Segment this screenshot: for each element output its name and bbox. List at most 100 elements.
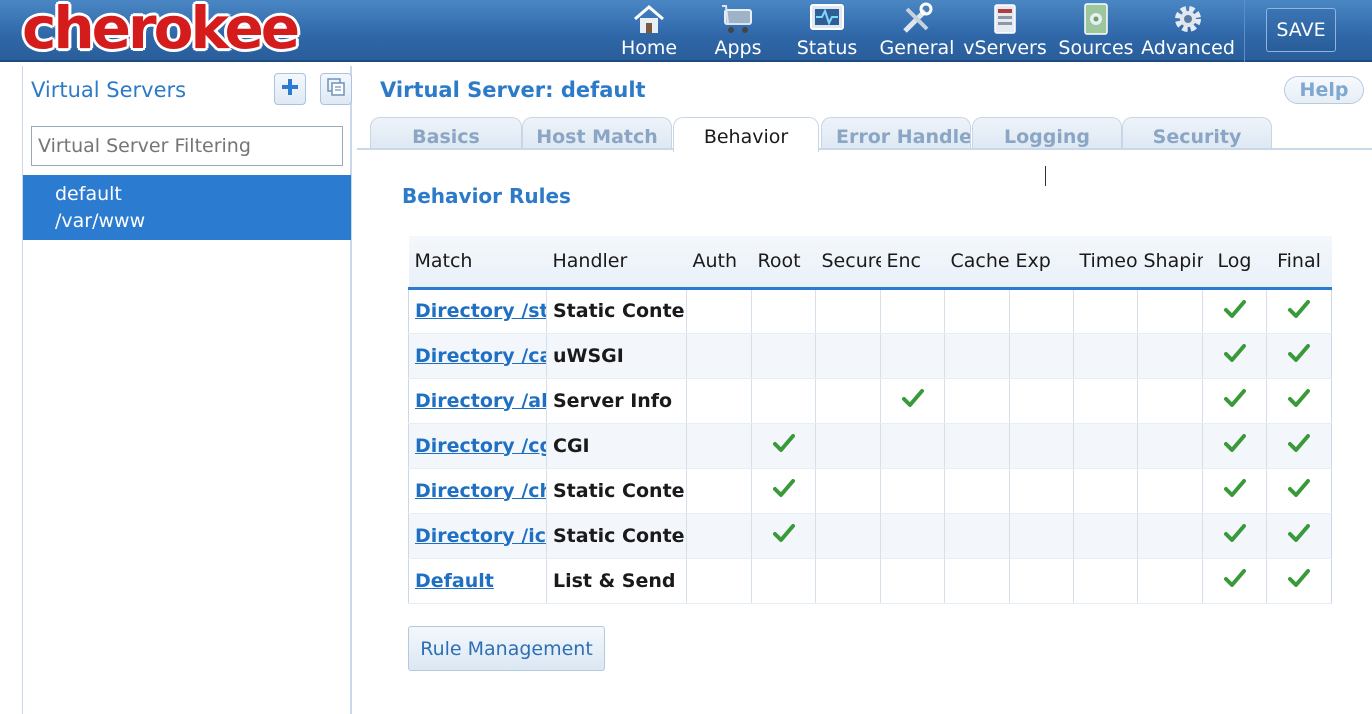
rule-flag-cell <box>944 423 1010 469</box>
nav-advanced[interactable]: Advanced <box>1140 0 1236 62</box>
rule-flag-cell <box>751 333 816 379</box>
rule-flag-cell <box>686 378 752 424</box>
general-tools-icon <box>899 0 935 38</box>
rule-flag-cell <box>1073 513 1138 559</box>
check-icon <box>1288 299 1310 324</box>
tab-error-handler[interactable]: Error Handler <box>821 117 971 150</box>
rule-flag-cell <box>1266 513 1332 559</box>
rule-flag-cell <box>1009 288 1074 334</box>
rule-flag-cell <box>815 558 881 604</box>
rule-match-link[interactable]: Directory /static <box>415 300 547 322</box>
rule-flag-cell <box>1137 378 1203 424</box>
nav-home-label: Home <box>620 37 678 59</box>
topbar-divider <box>1244 0 1245 62</box>
rule-match-link[interactable]: Directory /cherokee_themes <box>415 480 547 502</box>
rule-management-button[interactable]: Rule Management <box>408 626 605 671</box>
rule-flag-cell <box>686 423 752 469</box>
nav-apps[interactable]: Apps <box>710 0 766 62</box>
cherokee-logo[interactable]: cherokee <box>22 0 300 62</box>
column-header: Root <box>751 236 816 290</box>
nav-sources[interactable]: Sources <box>1056 0 1136 62</box>
rule-flag-cell <box>815 288 881 334</box>
rule-flag-cell <box>815 513 881 559</box>
nav-general[interactable]: General <box>878 0 956 62</box>
rule-match-link[interactable]: Directory /about <box>415 390 547 412</box>
nav-home[interactable]: Home <box>618 0 680 62</box>
nav-general-label: General <box>879 37 955 59</box>
rule-flag-cell <box>944 558 1010 604</box>
rule-flag-cell <box>815 468 881 514</box>
home-icon <box>631 0 667 38</box>
vserver-filter-input[interactable] <box>31 126 343 166</box>
rule-flag-cell <box>944 378 1010 424</box>
rule-flag-cell <box>1009 468 1074 514</box>
check-icon <box>1223 524 1246 548</box>
rule-match-link[interactable]: Default <box>415 570 494 592</box>
rule-handler-cell: uWSGI <box>546 333 687 379</box>
rule-flag-cell <box>1266 468 1332 514</box>
page-title: Virtual Server: default <box>380 78 646 102</box>
rule-match-link[interactable]: Directory /icons <box>415 525 547 547</box>
rule-flag-cell <box>1202 558 1267 604</box>
rule-flag-cell <box>1073 288 1138 334</box>
rule-flag-cell <box>880 288 945 334</box>
tab-host-match[interactable]: Host Match <box>522 117 672 150</box>
nav-status[interactable]: Status <box>796 0 858 62</box>
column-header: Final <box>1266 236 1332 290</box>
column-header: Cache <box>944 236 1010 290</box>
nav-status-label: Status <box>796 37 858 59</box>
top-bar: cherokee Home Apps Status General vServe… <box>0 0 1372 62</box>
plus-icon <box>280 77 300 101</box>
tab-security[interactable]: Security <box>1122 117 1272 150</box>
clone-vserver-button[interactable] <box>320 73 352 105</box>
save-button[interactable]: SAVE <box>1266 8 1336 52</box>
rule-flag-cell <box>751 468 816 514</box>
rule-flag-cell <box>751 423 816 469</box>
table-row: Default List & Send <box>408 558 1332 604</box>
rule-match-cell: Directory /cache <box>408 333 547 379</box>
rule-handler-cell: List & Send <box>546 558 687 604</box>
rule-flag-cell <box>1266 558 1332 604</box>
rule-flag-cell <box>1266 378 1332 424</box>
rule-match-cell: Directory /icons <box>408 513 547 559</box>
column-header: Exp <box>1009 236 1074 290</box>
rule-match-link[interactable]: Directory /cache <box>415 345 547 367</box>
nav-vservers[interactable]: vServers <box>962 0 1048 62</box>
rule-flag-cell <box>1009 333 1074 379</box>
sidebar-title: Virtual Servers <box>31 78 187 102</box>
rule-flag-cell <box>1266 423 1332 469</box>
sidebar-item-default[interactable]: default /var/www <box>23 175 351 240</box>
rule-flag-cell <box>1137 558 1203 604</box>
check-icon <box>1288 389 1310 413</box>
rule-flag-cell <box>1202 468 1267 514</box>
check-icon <box>1223 344 1246 368</box>
check-icon <box>1223 299 1246 324</box>
vservers-icon <box>987 0 1023 38</box>
rule-match-link[interactable]: Directory /cgi-bin <box>415 435 547 457</box>
rule-flag-cell <box>815 378 881 424</box>
column-header: Enc <box>880 236 945 290</box>
tab-bar-line <box>357 148 1372 150</box>
tab-basics[interactable]: Basics <box>370 117 522 150</box>
rule-match-cell: Default <box>408 558 547 604</box>
rule-flag-cell <box>686 288 752 334</box>
rule-flag-cell <box>1009 378 1074 424</box>
tab-logging[interactable]: Logging <box>972 117 1122 150</box>
rule-flag-cell <box>1073 468 1138 514</box>
rule-handler-cell: Static Content <box>546 513 687 559</box>
rule-handler-cell: Static Content <box>546 288 687 334</box>
table-row: Directory /cgi-binCGI <box>408 423 1332 469</box>
add-vserver-button[interactable] <box>274 73 306 105</box>
check-icon <box>772 479 795 503</box>
check-icon <box>1223 434 1246 458</box>
copy-icon <box>326 77 346 101</box>
rule-flag-cell <box>1266 288 1332 334</box>
rule-match-cell: Directory /cgi-bin <box>408 423 547 469</box>
rule-flag-cell <box>1073 333 1138 379</box>
rule-flag-cell <box>880 333 945 379</box>
status-monitor-icon <box>808 0 846 38</box>
table-row: Directory /iconsStatic Content <box>408 513 1332 559</box>
table-body: Directory /staticStatic ContentDirectory… <box>408 288 1332 604</box>
help-button[interactable]: Help <box>1284 76 1364 104</box>
tab-behavior[interactable]: Behavior <box>673 117 819 152</box>
